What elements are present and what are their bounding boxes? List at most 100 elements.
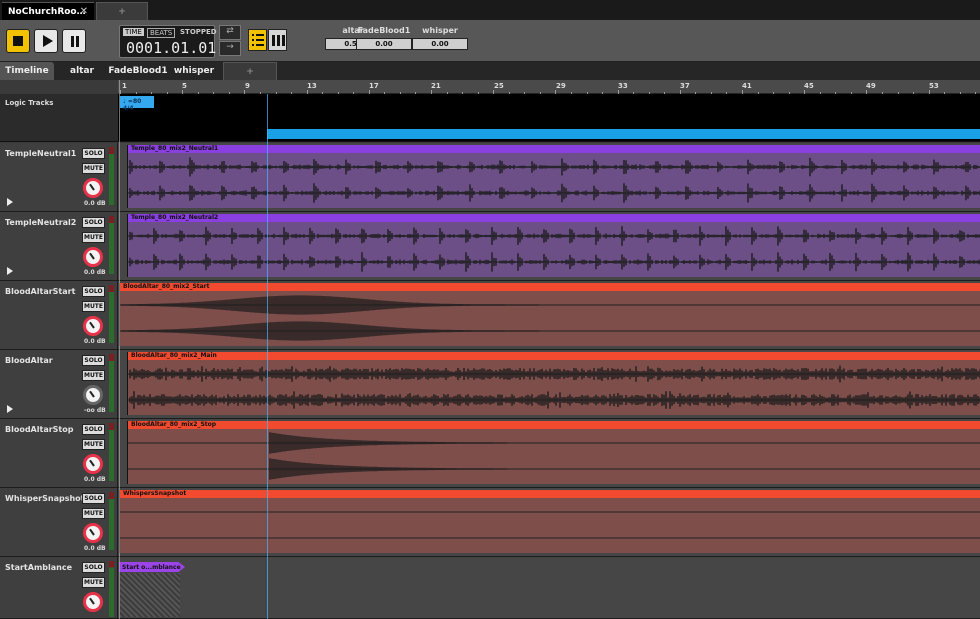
waveform bbox=[128, 226, 980, 272]
track-name: BloodAltar bbox=[5, 356, 53, 365]
timeline-ruler[interactable]: 1 5 9 13 17 21 25 29 33 37 41 45 49 53 bbox=[118, 80, 980, 94]
volume-knob[interactable] bbox=[83, 385, 103, 405]
solo-button[interactable]: SOLO bbox=[82, 424, 105, 435]
track-header-templeneutral2[interactable]: TempleNeutral2 SOLO MUTE 0.0 dB bbox=[0, 212, 118, 281]
follow-playhead-button[interactable]: → bbox=[219, 41, 241, 56]
solo-button[interactable]: SOLO bbox=[82, 355, 105, 366]
ruler-header bbox=[0, 80, 118, 94]
track-header-whispersnapshot[interactable]: WhisperSnapshot SOLO MUTE 0.0 dB bbox=[0, 488, 118, 557]
play-track-icon[interactable] bbox=[7, 267, 13, 275]
volume-knob[interactable] bbox=[83, 178, 103, 198]
solo-button[interactable]: SOLO bbox=[82, 217, 105, 228]
audio-clip[interactable]: Temple_80_mix2_Neutral1 bbox=[127, 145, 980, 208]
track-name: TempleNeutral1 bbox=[5, 149, 77, 158]
bar-number: 37 bbox=[680, 82, 690, 90]
time-mode-tab[interactable]: TIME bbox=[123, 28, 144, 36]
audio-clip[interactable]: BloodAltar_80_mix2_Stop bbox=[127, 421, 980, 484]
track-lane-bloodaltar[interactable]: BloodAltar_80_mix2_Main bbox=[118, 350, 980, 419]
document-tab-main[interactable]: NoChurchRoo… ✕ bbox=[2, 2, 94, 20]
bar-number: 13 bbox=[307, 82, 317, 90]
mute-button[interactable]: MUTE bbox=[82, 370, 105, 381]
beats-mode-tab[interactable]: BEATS bbox=[147, 28, 176, 38]
grid-view-button[interactable] bbox=[268, 29, 287, 51]
volume-knob[interactable] bbox=[83, 592, 103, 612]
param-value-field[interactable]: 0.00 bbox=[412, 38, 468, 50]
logic-tracks-lane[interactable]: ♩ =80 4/4 bbox=[118, 94, 980, 142]
loop-toggle-button[interactable]: ⇄ bbox=[219, 25, 241, 40]
mute-button[interactable]: MUTE bbox=[82, 439, 105, 450]
track-lane-templeneutral2[interactable]: Temple_80_mix2_Neutral2 bbox=[118, 212, 980, 281]
track-header-bloodaltarstart[interactable]: BloodAltarStart SOLO MUTE 0.0 dB bbox=[0, 281, 118, 350]
close-icon[interactable]: ✕ bbox=[80, 6, 88, 17]
playhead[interactable] bbox=[267, 94, 268, 619]
bar-number: 49 bbox=[866, 82, 876, 90]
add-tab-button[interactable]: + bbox=[223, 62, 277, 80]
loop-region[interactable] bbox=[267, 129, 980, 139]
logic-tracks-label: Logic Tracks bbox=[5, 99, 54, 107]
tab-whisper[interactable]: whisper bbox=[168, 62, 220, 80]
track-header-templeneutral1[interactable]: TempleNeutral1 SOLO MUTE 0.0 dB bbox=[0, 143, 118, 212]
add-document-tab-button[interactable]: + bbox=[96, 2, 148, 20]
track-name: BloodAltarStart bbox=[5, 287, 76, 296]
volume-knob[interactable] bbox=[83, 247, 103, 267]
tab-timeline[interactable]: Timeline bbox=[0, 62, 54, 80]
volume-label: -oo dB bbox=[84, 407, 106, 414]
waveform bbox=[128, 365, 980, 409]
track-header-bloodaltar[interactable]: BloodAltar SOLO MUTE -oo dB bbox=[0, 350, 118, 419]
track-lane-templeneutral1[interactable]: Temple_80_mix2_Neutral1 bbox=[118, 143, 980, 212]
command-marker[interactable]: Start o...mblance bbox=[119, 562, 185, 572]
document-tab-bar: NoChurchRoo… ✕ + bbox=[0, 0, 980, 20]
bar-number: 33 bbox=[618, 82, 628, 90]
track-lane-bloodaltarstop[interactable]: BloodAltar_80_mix2_Stop bbox=[118, 419, 980, 488]
transport-position: 0001.01.01 bbox=[126, 39, 217, 57]
mute-button[interactable]: MUTE bbox=[82, 232, 105, 243]
stop-button[interactable] bbox=[6, 29, 30, 53]
mute-button[interactable]: MUTE bbox=[82, 508, 105, 519]
bar-number: 17 bbox=[369, 82, 379, 90]
track-name: TempleNeutral2 bbox=[5, 218, 77, 227]
waveform bbox=[120, 295, 980, 341]
play-button[interactable] bbox=[34, 29, 58, 53]
volume-knob[interactable] bbox=[83, 523, 103, 543]
solo-button[interactable]: SOLO bbox=[82, 286, 105, 297]
track-header-startamblance[interactable]: StartAmblance SOLO MUTE bbox=[0, 557, 118, 619]
level-meter bbox=[109, 492, 114, 550]
bar-number: 1 bbox=[122, 82, 127, 90]
track-lane-startamblance[interactable]: Start o...mblance bbox=[118, 557, 980, 619]
audio-clip[interactable]: Temple_80_mix2_Neutral2 bbox=[127, 214, 980, 277]
track-header-bloodaltarstop[interactable]: BloodAltarStop SOLO MUTE 0.0 dB bbox=[0, 419, 118, 488]
track-lane-whispersnapshot[interactable]: WhispersSnapshot bbox=[118, 488, 980, 557]
clip-title: BloodAltar_80_mix2_Start bbox=[120, 283, 980, 291]
bar-number: 9 bbox=[245, 82, 250, 90]
solo-button[interactable]: SOLO bbox=[82, 562, 105, 573]
solo-button[interactable]: SOLO bbox=[82, 493, 105, 504]
play-track-icon[interactable] bbox=[7, 405, 13, 413]
clip-title: Temple_80_mix2_Neutral1 bbox=[128, 145, 980, 153]
tab-fadeblood1[interactable]: FadeBlood1 bbox=[108, 62, 168, 80]
tempo-marker[interactable]: ♩ =80 4/4 bbox=[120, 96, 154, 112]
mute-button[interactable]: MUTE bbox=[82, 163, 105, 174]
pause-button[interactable] bbox=[62, 29, 86, 53]
level-meter bbox=[109, 354, 114, 412]
param-label: whisper bbox=[422, 26, 458, 35]
solo-button[interactable]: SOLO bbox=[82, 148, 105, 159]
mute-button[interactable]: MUTE bbox=[82, 577, 105, 588]
list-view-button[interactable] bbox=[248, 29, 267, 51]
level-meter bbox=[109, 216, 114, 274]
mute-button[interactable]: MUTE bbox=[82, 301, 105, 312]
param-label: FadeBlood1 bbox=[357, 26, 411, 35]
tab-altar[interactable]: altar bbox=[56, 62, 108, 80]
volume-knob[interactable] bbox=[83, 454, 103, 474]
clip-title: WhispersSnapshot bbox=[120, 490, 980, 498]
follow-icon: → bbox=[226, 42, 234, 52]
track-lane-bloodaltarstart[interactable]: BloodAltar_80_mix2_Start bbox=[118, 281, 980, 350]
snapshot-clip[interactable]: WhispersSnapshot bbox=[119, 490, 980, 553]
time-display: TIME BEATS STOPPED 0001.01.01 bbox=[119, 25, 217, 58]
audio-clip[interactable]: BloodAltar_80_mix2_Main bbox=[127, 352, 980, 415]
command-region bbox=[120, 573, 180, 617]
play-track-icon[interactable] bbox=[7, 198, 13, 206]
param-value-field[interactable]: 0.00 bbox=[356, 38, 412, 50]
volume-knob[interactable] bbox=[83, 316, 103, 336]
audio-clip[interactable]: BloodAltar_80_mix2_Start bbox=[119, 283, 980, 346]
waveform bbox=[128, 157, 980, 203]
